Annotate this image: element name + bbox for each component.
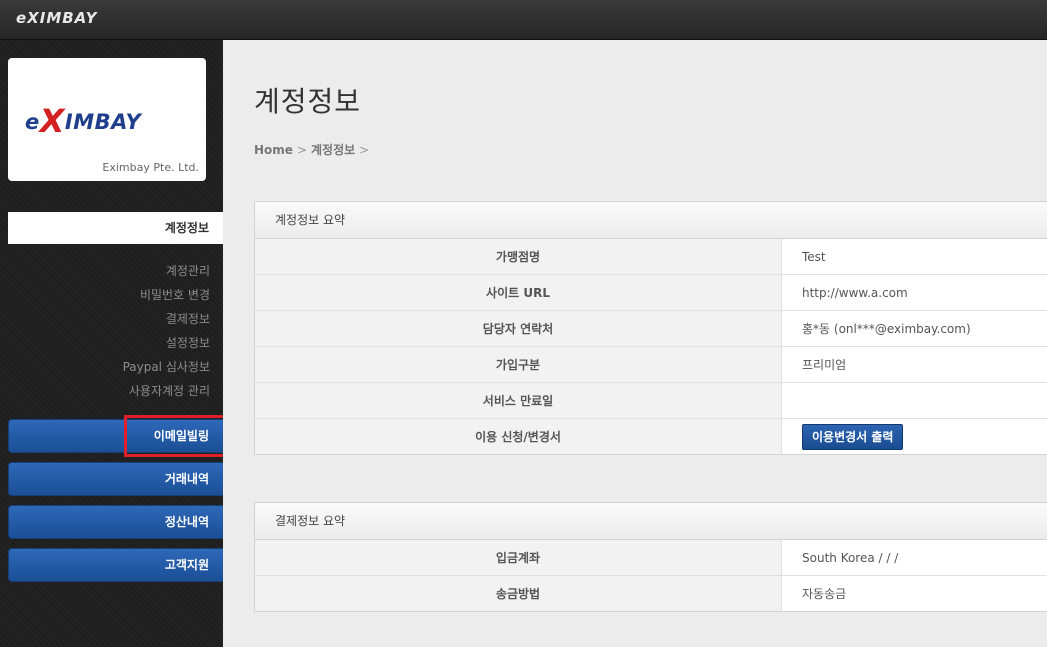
sidebar-item-support[interactable]: 고객지원 [8,548,223,582]
row-label: 가입구분 [255,346,782,383]
print-change-form-button[interactable]: 이용변경서 출력 [802,423,904,450]
panel-title: 계정정보 요약 [255,202,1047,239]
row-value: 이용변경서 출력 [781,418,1047,454]
row-value: 프리미엄 [781,346,1047,383]
account-summary-panel: 계정정보 요약 가맹점명 Test 사이트 URL http://www.a.c… [254,201,1047,455]
row-label: 담당자 연락처 [255,310,782,347]
table-row: 이용 신청/변경서 이용변경서 출력 [255,418,1047,454]
submenu-account-manage[interactable]: 계정관리 [0,259,210,283]
sidebar-item-transactions[interactable]: 거래내역 [8,462,223,496]
row-value: http://www.a.com [781,274,1047,311]
row-label: 송금방법 [255,575,782,611]
panel-title: 결제정보 요약 [255,503,1047,540]
sidebar-item-account-info[interactable]: 계정정보 [8,212,223,244]
account-summary-table: 가맹점명 Test 사이트 URL http://www.a.com 담당자 연… [255,239,1047,454]
table-row: 사이트 URL http://www.a.com [255,274,1047,311]
row-label: 입금계좌 [255,540,782,576]
table-row: 담당자 연락처 홍*동 (onl***@eximbay.com) [255,310,1047,347]
sidebar: eXIMBAY Eximbay Pte. Ltd. 계정정보 계정관리 비밀번호… [0,40,223,647]
sidebar-item-email-billing[interactable]: 이메일빌링 [8,419,223,453]
company-name: Eximbay Pte. Ltd. [102,161,199,174]
breadcrumb-current: 계정정보 [311,143,356,157]
row-value: South Korea / / / [781,540,1047,576]
breadcrumb-home[interactable]: Home [254,143,293,157]
chevron-right-icon: > [296,143,307,157]
submenu-change-password[interactable]: 비밀번호 변경 [0,283,210,307]
submenu-paypal-review[interactable]: Paypal 심사정보 [0,355,210,379]
row-value [781,382,1047,419]
row-label: 사이트 URL [255,274,782,311]
sidebar-submenu: 계정관리 비밀번호 변경 결제정보 설정정보 Paypal 심사정보 사용자계정… [0,259,210,403]
top-bar: eXIMBAY [0,0,1047,40]
merchant-logo-card: eXIMBAY Eximbay Pte. Ltd. [8,58,206,181]
table-row: 송금방법 자동송금 [255,575,1047,611]
main-content: 계정정보 Home > 계정정보 > 계정정보 요약 가맹점명 Test 사이트 UR… [223,40,1047,647]
row-value: 홍*동 (onl***@eximbay.com) [781,310,1047,347]
row-label: 이용 신청/변경서 [255,418,782,454]
row-value: 자동송금 [781,575,1047,611]
submenu-user-accounts[interactable]: 사용자계정 관리 [0,379,210,403]
table-row: 가맹점명 Test [255,239,1047,275]
payment-summary-panel: 결제정보 요약 입금계좌 South Korea / / / 송금방법 자동송금 [254,502,1047,612]
chevron-right-icon: > [359,143,370,157]
table-row: 입금계좌 South Korea / / / [255,540,1047,576]
row-label: 서비스 만료일 [255,382,782,419]
row-label: 가맹점명 [255,239,782,275]
breadcrumb: Home > 계정정보 > [254,141,373,158]
row-value: Test [781,239,1047,275]
eximbay-logo: eXIMBAY [25,102,142,140]
top-logo[interactable]: eXIMBAY [16,9,97,27]
sidebar-item-settlement[interactable]: 정산내역 [8,505,223,539]
page-title: 계정정보 [254,85,362,118]
submenu-settings-info[interactable]: 설정정보 [0,331,210,355]
submenu-payment-info[interactable]: 결제정보 [0,307,210,331]
table-row: 가입구분 프리미엄 [255,346,1047,383]
payment-summary-table: 입금계좌 South Korea / / / 송금방법 자동송금 [255,540,1047,611]
table-row: 서비스 만료일 [255,382,1047,419]
